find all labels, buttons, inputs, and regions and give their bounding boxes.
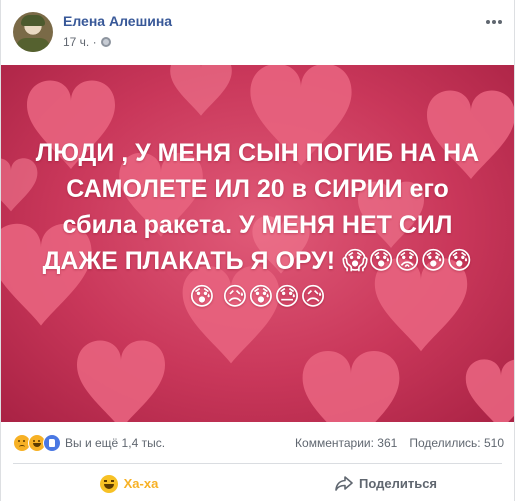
share-button[interactable]: Поделиться — [266, 466, 506, 501]
post-header: Елена Алешина 17 ч. · — [1, 0, 514, 64]
reaction-count[interactable]: Вы и ещё 1,4 тыс. — [65, 436, 165, 450]
avatar[interactable] — [13, 12, 53, 52]
haha-emoji-icon — [99, 474, 118, 493]
share-label: Поделиться — [358, 476, 438, 491]
post-text: ЛЮДИ , У МЕНЯ СЫН ПОГИБ НА НА САМОЛЕТЕ И… — [35, 139, 480, 311]
like-reaction-icon — [43, 434, 61, 452]
post-time[interactable]: 17 ч. · — [63, 35, 97, 49]
avatar-cap — [21, 15, 45, 26]
engagement-counts: Комментарии: 361 Поделились: 510 — [295, 436, 504, 450]
post-stats: Вы и ещё 1,4 тыс. Комментарии: 361 Подел… — [1, 428, 514, 456]
post-card: Елена Алешина 17 ч. · ЛЮДИ , У МЕНЯ СЫН … — [0, 0, 515, 501]
author-name[interactable]: Елена Алешина — [63, 13, 172, 29]
comments-count[interactable]: Комментарии: 361 — [295, 436, 397, 450]
post-image[interactable]: ЛЮДИ , У МЕНЯ СЫН ПОГИБ НА НА САМОЛЕТЕ И… — [1, 65, 514, 422]
haha-reaction-button[interactable]: Ха-ха — [9, 466, 249, 501]
globe-icon[interactable] — [100, 37, 111, 47]
post-meta: 17 ч. · — [63, 35, 111, 49]
reaction-summary[interactable]: Вы и ещё 1,4 тыс. — [13, 434, 165, 452]
share-arrow-icon — [335, 475, 353, 492]
haha-label: Ха-ха — [123, 476, 159, 491]
avatar-coat — [16, 38, 50, 52]
action-bar: Ха-ха Поделиться — [1, 466, 514, 501]
shares-count[interactable]: Поделились: 510 — [409, 436, 504, 450]
divider — [13, 463, 502, 464]
more-options-icon[interactable] — [484, 12, 504, 32]
